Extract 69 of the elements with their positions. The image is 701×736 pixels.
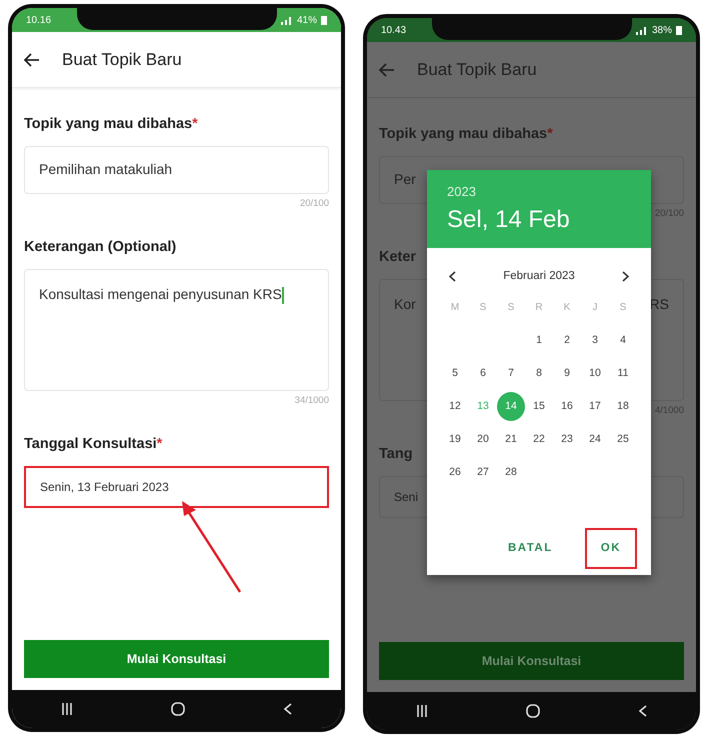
- calendar-day[interactable]: 18: [609, 392, 637, 422]
- calendar-day[interactable]: 10: [581, 359, 609, 388]
- calendar-day[interactable]: 17: [581, 392, 609, 422]
- calendar-day[interactable]: 19: [441, 425, 469, 454]
- weekday-label: S: [506, 301, 516, 316]
- battery-level: 41%: [296, 14, 317, 28]
- next-month-icon[interactable]: [622, 271, 629, 282]
- calendar-day[interactable]: 8: [525, 359, 553, 388]
- text-area[interactable]: Konsultasi mengenai penyusunan KRS: [24, 268, 329, 391]
- calendar-day[interactable]: 7: [497, 359, 525, 388]
- calendar-day[interactable]: 9: [553, 359, 581, 388]
- field-label: Keterangan (Optional): [24, 238, 176, 257]
- calendar-day[interactable]: 21: [497, 425, 525, 454]
- calendar-day[interactable]: 15: [525, 392, 553, 422]
- field-label: Keter: [379, 248, 416, 267]
- weekday-label: K: [562, 301, 572, 316]
- month-label: Februari 2023: [503, 269, 575, 284]
- calendar-day[interactable]: 5: [441, 359, 469, 388]
- field-label: Tanggal Konsultasi: [24, 435, 157, 454]
- weekday-label: J: [592, 301, 598, 316]
- text-field[interactable]: Pemilihan matakuliah: [24, 146, 329, 194]
- calendar-day[interactable]: 28: [497, 458, 525, 488]
- weekday-label: S: [618, 301, 628, 316]
- weekday-label: S: [478, 301, 488, 316]
- battery-level: 38%: [652, 24, 672, 38]
- calendar-day[interactable]: 16: [553, 392, 581, 422]
- calendar-day[interactable]: 27: [469, 458, 497, 488]
- status-time: 10.43: [381, 24, 406, 38]
- selected-date: Sel, 14 Feb: [447, 204, 571, 234]
- calendar-day[interactable]: 24: [581, 425, 609, 454]
- calendar-day[interactable]: 23: [553, 425, 581, 454]
- calendar-day[interactable]: 12: [441, 392, 469, 422]
- calendar-day[interactable]: 2: [553, 326, 581, 356]
- home-icon[interactable]: [171, 702, 186, 716]
- calendar-day[interactable]: 11: [609, 359, 637, 388]
- calendar-day[interactable]: 1: [525, 326, 553, 356]
- required-mark: *: [156, 435, 162, 454]
- field-label: Topik yang mau dibahas: [24, 115, 192, 134]
- back-icon[interactable]: [24, 52, 40, 66]
- calendar-day[interactable]: 6: [469, 359, 497, 388]
- weekday-label: M: [450, 301, 460, 316]
- calendar-day[interactable]: 3: [581, 326, 609, 356]
- recent-apps-icon[interactable]: [416, 705, 428, 717]
- calendar-day[interactable]: 22: [525, 425, 553, 454]
- character-counter: 20/100: [300, 196, 329, 211]
- character-counter: 34/1000: [294, 394, 329, 408]
- dialog-button[interactable]: BATAL: [494, 528, 567, 569]
- calendar-day[interactable]: 4: [609, 326, 637, 356]
- battery-icon: [321, 15, 327, 25]
- calendar-day[interactable]: 25: [609, 425, 637, 454]
- battery-icon: [676, 25, 682, 35]
- previous-month-icon[interactable]: [449, 271, 456, 282]
- home-icon[interactable]: [526, 704, 540, 718]
- page-title: Buat Topik Baru: [62, 48, 182, 71]
- field-label: Topik yang mau dibahas: [379, 125, 548, 144]
- field-label: Tang: [379, 445, 413, 464]
- calendar-day[interactable]: 20: [469, 425, 497, 454]
- start-button[interactable]: Mulai Konsultasi: [24, 640, 329, 678]
- dialog-button[interactable]: OK: [584, 528, 637, 569]
- signal-icon: [636, 25, 648, 35]
- calendar-day[interactable]: 26: [441, 458, 469, 488]
- page-title: Buat Topik Baru: [417, 58, 537, 81]
- recent-apps-icon[interactable]: [61, 703, 74, 715]
- weekday-label: R: [534, 301, 544, 316]
- date-field[interactable]: Senin, 13 Februari 2023: [24, 466, 329, 508]
- status-time: 10.16: [26, 14, 52, 28]
- required-mark: *: [192, 115, 198, 134]
- required-mark: *: [547, 125, 553, 144]
- signal-icon: [280, 15, 293, 25]
